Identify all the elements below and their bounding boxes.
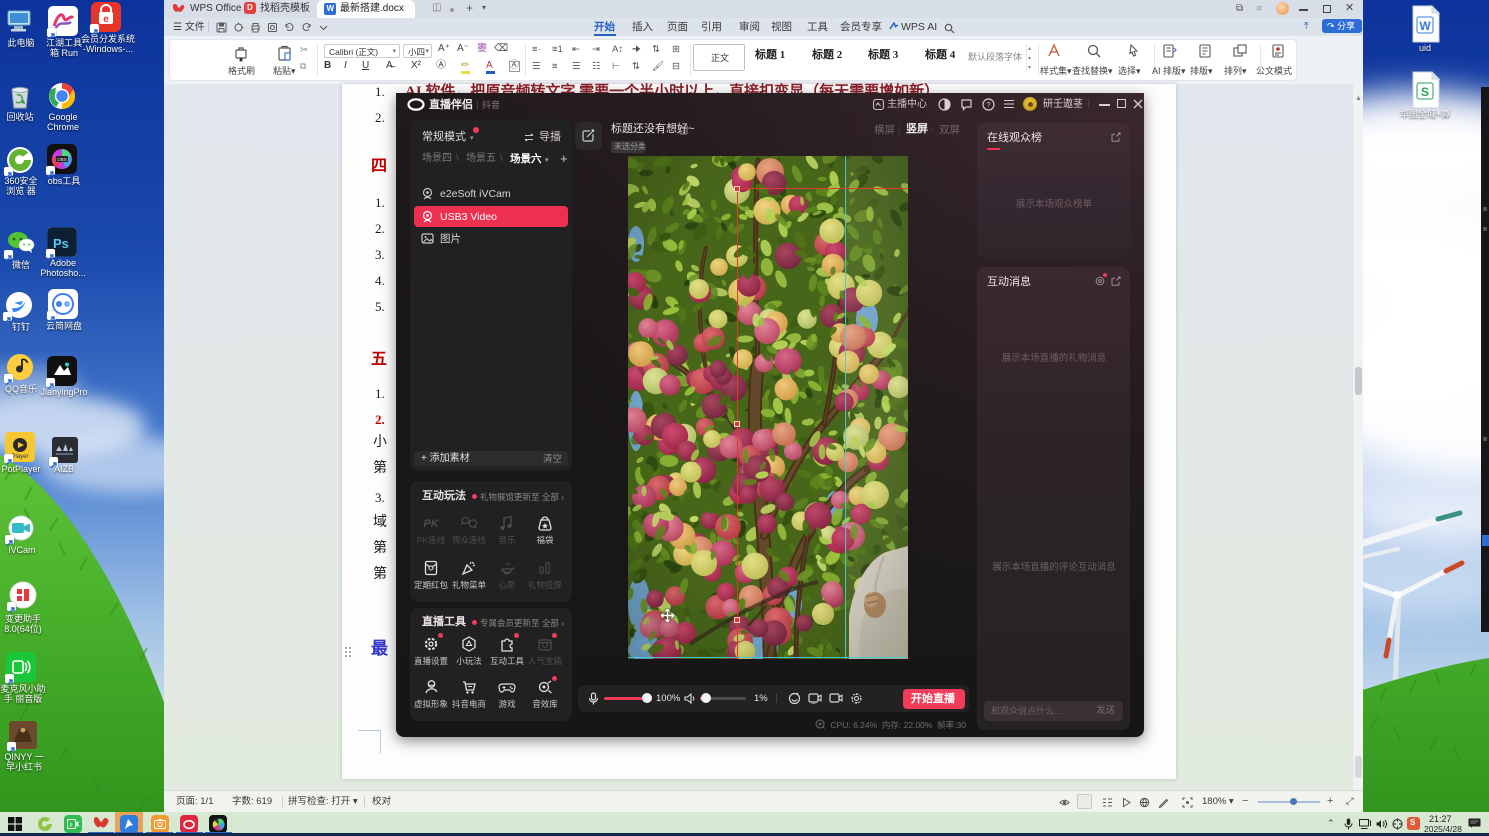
svg-text:OBS: OBS xyxy=(57,157,67,162)
svg-text:e: e xyxy=(103,14,109,25)
svg-text:Player: Player xyxy=(11,454,28,460)
svg-text:?: ? xyxy=(986,100,990,109)
svg-text:S: S xyxy=(1421,85,1429,99)
svg-text:Ps: Ps xyxy=(53,236,69,251)
svg-text:W: W xyxy=(1419,19,1431,33)
svg-text:PK: PK xyxy=(423,518,439,530)
svg-text:b: b xyxy=(70,823,73,829)
